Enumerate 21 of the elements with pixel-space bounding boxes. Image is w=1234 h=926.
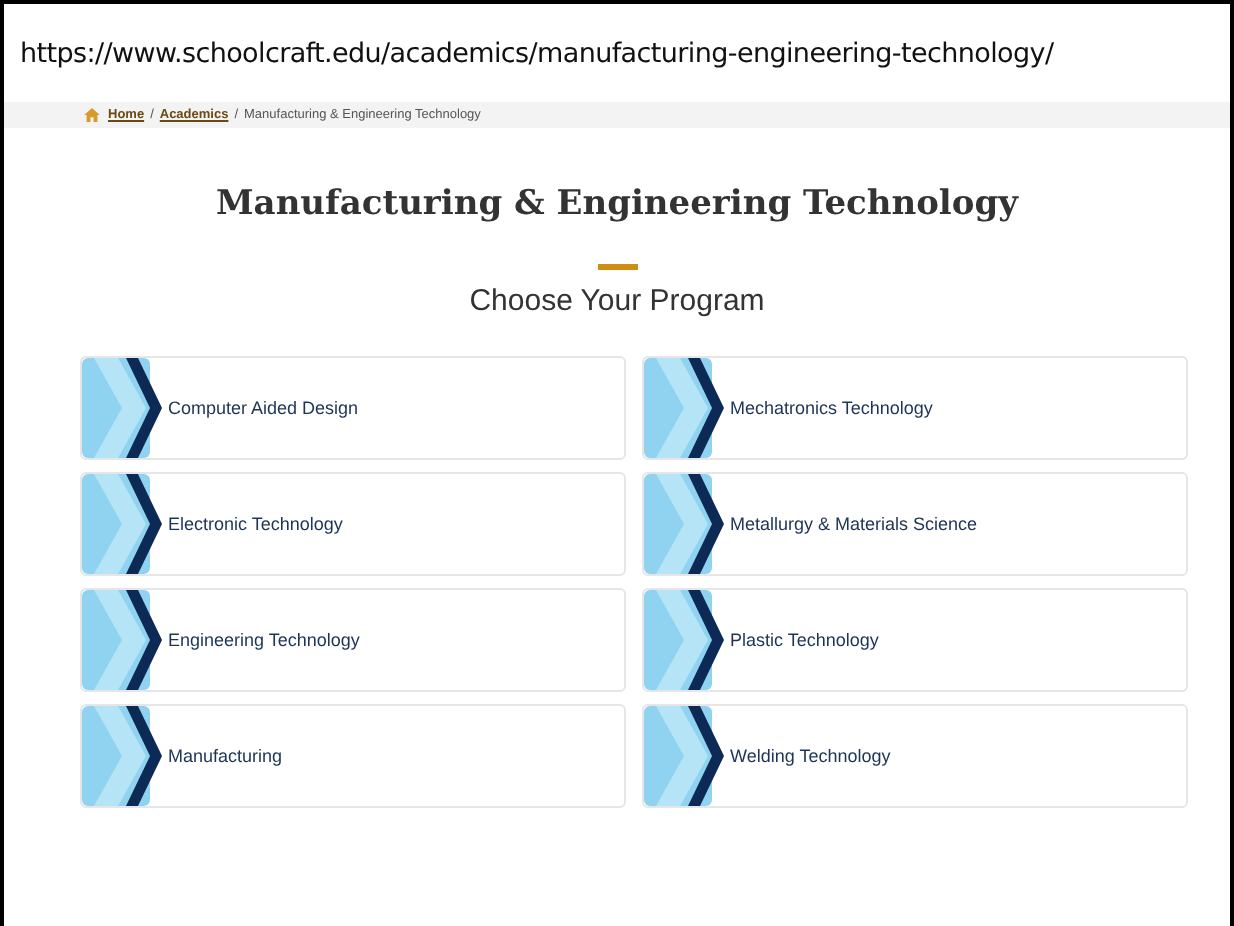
chevron-icon [644,706,728,806]
program-card[interactable]: Manufacturing [80,704,626,808]
page-url: https://www.schoolcraft.edu/academics/manufacturing-engineering-technology/ [18,36,1056,74]
program-card[interactable]: Computer Aided Design [80,356,626,460]
home-icon [84,108,100,122]
chevron-icon [82,474,166,574]
program-card[interactable]: Mechatronics Technology [642,356,1188,460]
program-card[interactable]: Electronic Technology [80,472,626,576]
chevron-icon [644,590,728,690]
chevron-icon [82,590,166,690]
program-card[interactable]: Plastic Technology [642,588,1188,692]
accent-bar [597,264,637,270]
chevron-icon [644,358,728,458]
program-card[interactable]: Welding Technology [642,704,1188,808]
page-title: Manufacturing & Engineering Technology [213,184,1021,224]
chevron-icon [82,706,166,806]
section-subtitle: Choose Your Program [467,284,767,318]
chevron-icon [644,474,728,574]
chevron-icon [82,358,166,458]
program-card[interactable]: Engineering Technology [80,588,626,692]
program-card[interactable]: Metallurgy & Materials Science [642,472,1188,576]
